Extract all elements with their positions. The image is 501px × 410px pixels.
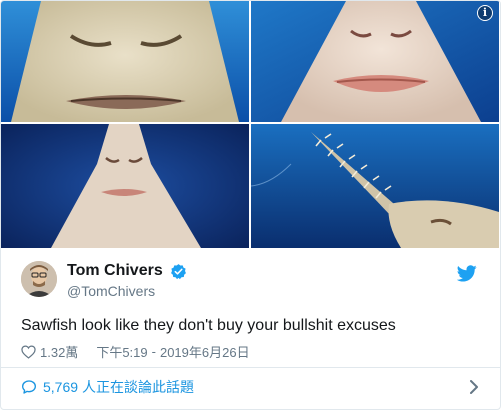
display-name[interactable]: Tom Chivers	[67, 262, 163, 280]
meta-separator: -	[151, 344, 156, 359]
photo-sawfish-3[interactable]	[1, 124, 249, 248]
replies-label: 人正在談論此話題	[82, 379, 195, 395]
replies-link[interactable]: 5,769 人正在談論此話題	[21, 375, 481, 399]
avatar-portrait-icon	[21, 261, 57, 297]
speech-bubble-icon	[22, 380, 36, 394]
divider	[1, 367, 500, 368]
sawfish-full-image	[251, 124, 499, 248]
media-grid[interactable]: i	[1, 1, 500, 248]
verified-badge-icon	[171, 263, 187, 279]
replies-count: 5,769	[43, 379, 79, 395]
tweet-header: Tom Chivers @TomChivers	[21, 261, 481, 305]
photo-sawfish-4[interactable]	[251, 124, 499, 248]
photo-sawfish-1[interactable]	[1, 1, 249, 122]
handle[interactable]: @TomChivers	[67, 283, 187, 299]
author-names[interactable]: Tom Chivers @TomChivers	[67, 262, 187, 299]
chevron-right-icon[interactable]	[469, 379, 479, 395]
twitter-bird-icon[interactable]	[457, 265, 477, 282]
avatar[interactable]	[21, 261, 57, 297]
sawfish-face-image-3	[1, 124, 249, 248]
info-icon[interactable]: i	[477, 5, 493, 21]
tweet-meta: 1.32萬 下午5:19 - 2019年6月26日	[21, 342, 250, 361]
tweet-text: Sawfish look like they don't buy your bu…	[21, 317, 396, 334]
sawfish-face-image-1	[1, 1, 249, 122]
heart-icon[interactable]	[21, 344, 36, 359]
tweet-date[interactable]: 2019年6月26日	[160, 342, 250, 361]
tweet-time[interactable]: 下午5:19	[96, 342, 147, 361]
tweet-card[interactable]: i Tom Chivers @TomChivers Sawfish look l…	[0, 0, 501, 410]
like-count[interactable]: 1.32萬	[40, 342, 78, 361]
sawfish-face-image-2	[251, 1, 499, 122]
photo-sawfish-2[interactable]: i	[251, 1, 499, 122]
